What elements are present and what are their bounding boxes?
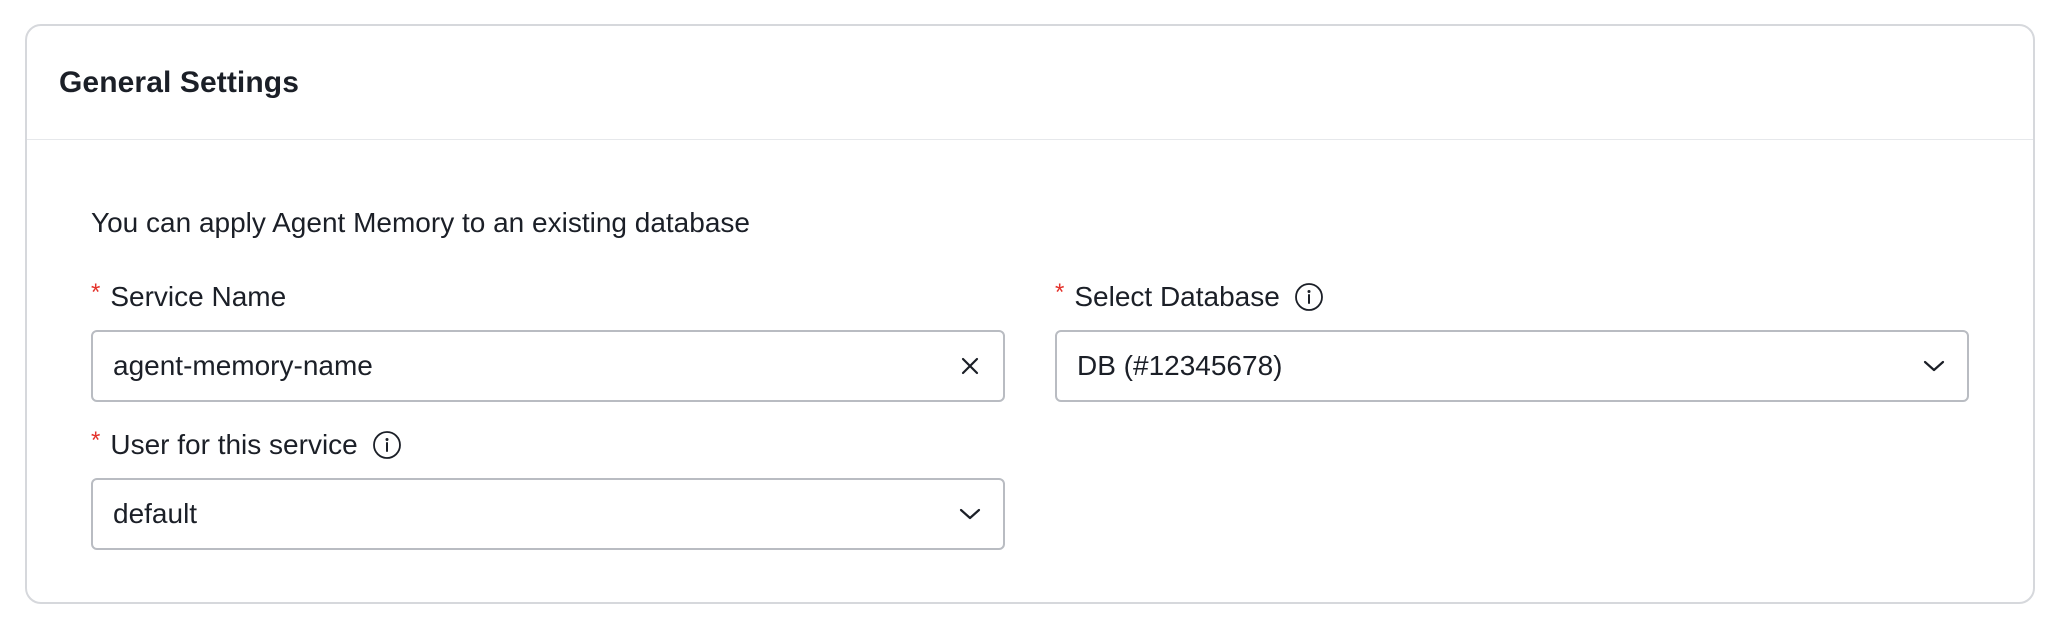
info-icon[interactable] [372,430,402,460]
close-icon[interactable] [957,353,983,379]
required-mark: * [1055,279,1065,306]
required-mark: * [91,427,101,454]
service-name-field: * Service Name agent-memory-name [91,279,1005,402]
chevron-down-icon[interactable] [957,501,983,527]
user-for-service-label: * User for this service [91,427,1005,462]
card-header: General Settings [27,26,2033,140]
form-description: You can apply Agent Memory to an existin… [91,207,750,238]
card-body: You can apply Agent Memory to an existin… [27,140,2033,604]
info-icon[interactable] [1294,282,1324,312]
service-name-value[interactable]: agent-memory-name [113,350,957,382]
service-name-input[interactable]: agent-memory-name [91,330,1005,402]
card-title: General Settings [59,65,300,99]
chevron-down-icon[interactable] [1921,353,1947,379]
select-database-value[interactable]: DB (#12345678) [1077,350,1921,382]
select-database-dropdown[interactable]: DB (#12345678) [1055,330,1969,402]
user-for-service-field: * User for this service default [91,427,1005,550]
general-settings-card: General Settings You can apply Agent Mem… [25,24,2035,604]
required-mark: * [91,279,101,306]
user-for-service-dropdown[interactable]: default [91,478,1005,550]
select-database-label-text: Select Database [1074,281,1280,312]
service-name-label: * Service Name [91,279,1005,314]
user-for-service-value[interactable]: default [113,498,957,530]
select-database-label: * Select Database [1055,279,1969,314]
user-for-service-label-text: User for this service [110,429,358,460]
service-name-label-text: Service Name [110,281,287,312]
select-database-field: * Select Database DB (#12345678) [1055,279,1969,402]
